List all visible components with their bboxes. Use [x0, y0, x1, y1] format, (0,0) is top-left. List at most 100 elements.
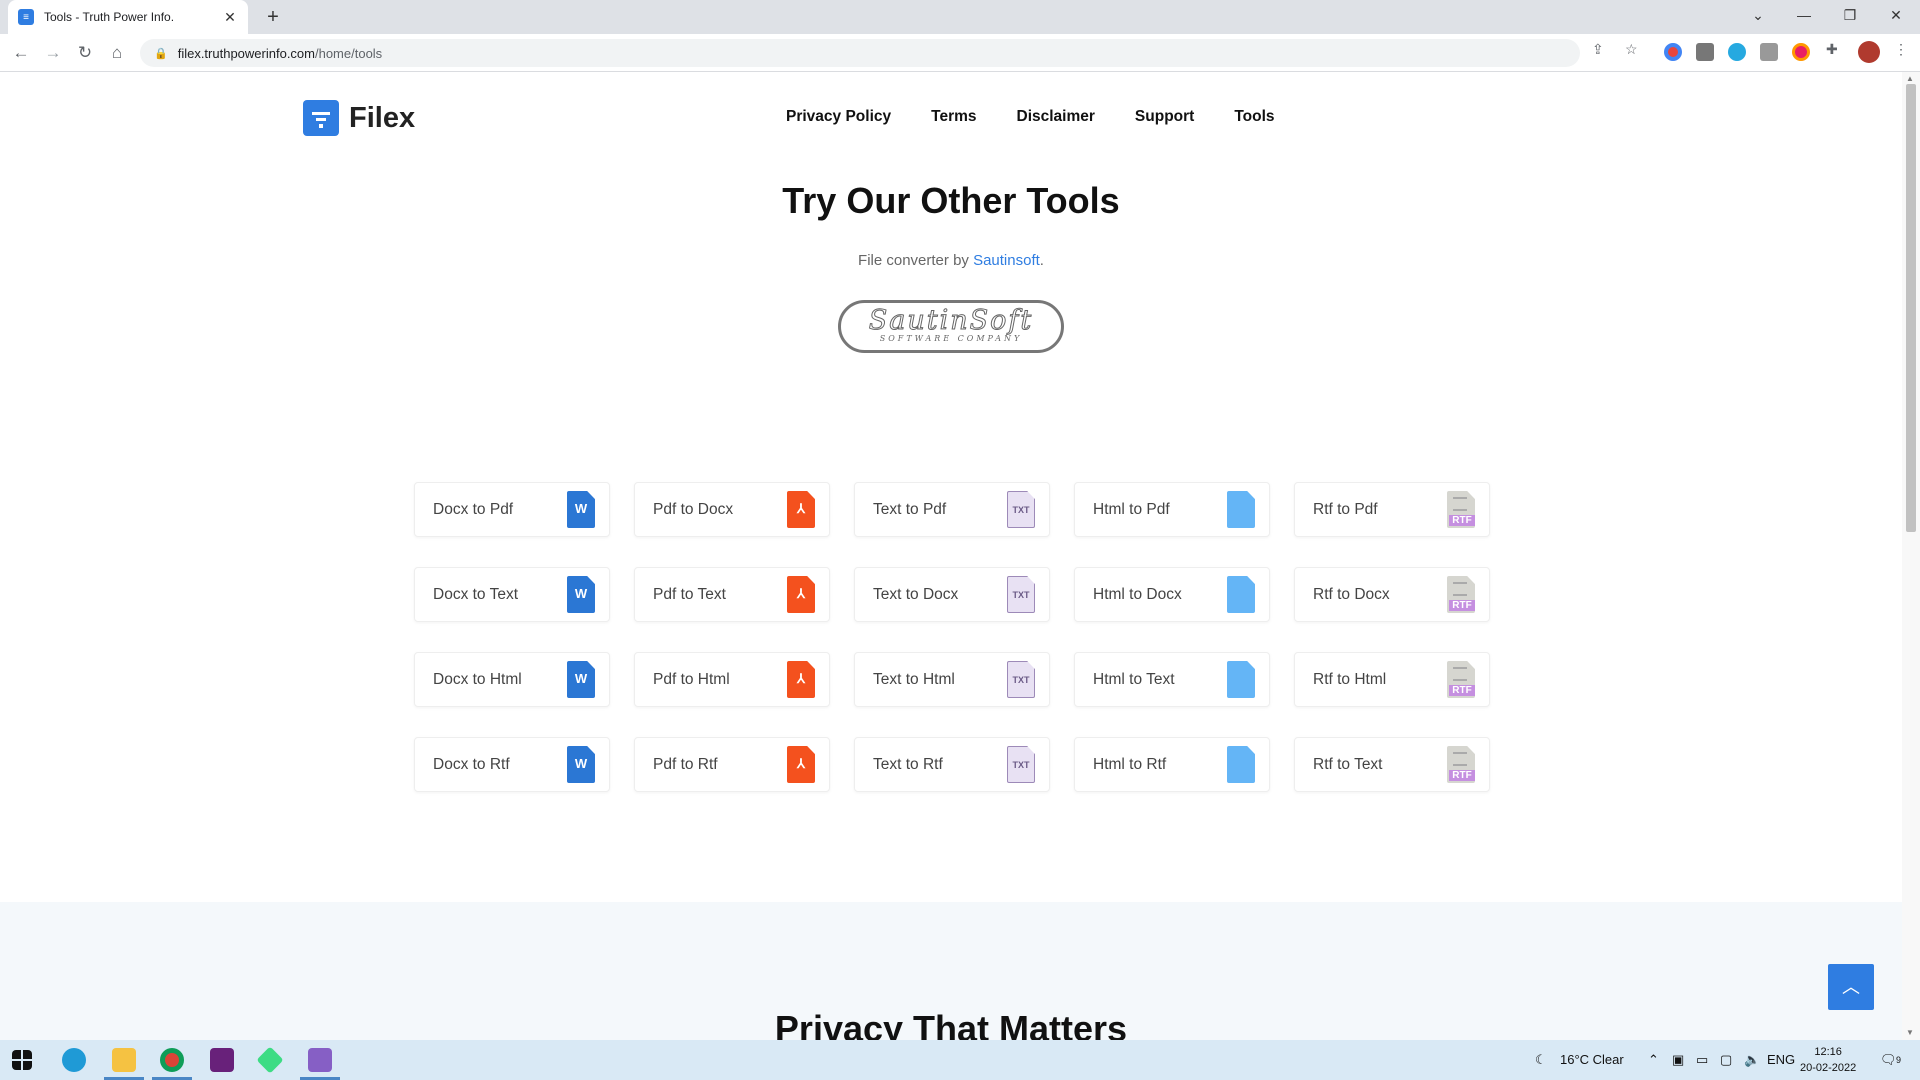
- chrome-browser-icon[interactable]: [160, 1048, 184, 1072]
- tool-card[interactable]: Html to Rtf: [1074, 737, 1270, 792]
- restore-icon[interactable]: ❐: [1827, 0, 1873, 30]
- word-icon: W: [567, 746, 595, 783]
- window-close-icon[interactable]: ✕: [1873, 0, 1919, 30]
- battery-icon[interactable]: ▭: [1696, 1040, 1708, 1080]
- tool-card[interactable]: Text to Html TXT: [854, 652, 1050, 707]
- html-icon: [1227, 746, 1255, 783]
- site-logo[interactable]: Filex: [303, 100, 415, 136]
- share-icon[interactable]: ⇪: [1592, 41, 1604, 58]
- tool-card[interactable]: Docx to Pdf W: [414, 482, 610, 537]
- tool-card[interactable]: Pdf to Text ⅄: [634, 567, 830, 622]
- tool-label: Rtf to Docx: [1313, 585, 1390, 603]
- scroll-down-arrow-icon[interactable]: ▼: [1906, 1028, 1914, 1037]
- nav-support[interactable]: Support: [1135, 108, 1194, 126]
- tool-card[interactable]: Text to Docx TXT: [854, 567, 1050, 622]
- sautinsoft-badge[interactable]: SautinSoft SOFTWARE COMPANY: [838, 300, 1064, 353]
- scrollbar-thumb[interactable]: [1906, 84, 1916, 532]
- pdf-icon: ⅄: [787, 746, 815, 783]
- network-icon[interactable]: ▢: [1720, 1040, 1732, 1080]
- tool-card[interactable]: Html to Text: [1074, 652, 1270, 707]
- notifications-icon[interactable]: 🗨: [1880, 1040, 1897, 1080]
- scroll-up-arrow-icon[interactable]: ▲: [1906, 74, 1914, 83]
- badge-main-text: SautinSoft: [868, 305, 1034, 336]
- tool-card[interactable]: Text to Rtf TXT: [854, 737, 1050, 792]
- new-tab-button[interactable]: +: [260, 4, 286, 30]
- tab-search-icon[interactable]: ⌄: [1735, 0, 1781, 30]
- scroll-to-top-button[interactable]: ︿: [1828, 964, 1874, 1010]
- tool-label: Text to Docx: [873, 585, 959, 603]
- extension-icon[interactable]: [1760, 43, 1778, 61]
- reload-icon[interactable]: ↻: [72, 40, 98, 66]
- tool-card[interactable]: Rtf to Pdf RTF: [1294, 482, 1490, 537]
- weather-text[interactable]: 16°C Clear: [1560, 1040, 1624, 1080]
- edge-browser-icon[interactable]: [62, 1048, 86, 1072]
- visual-studio-icon[interactable]: [210, 1048, 234, 1072]
- extension-icon[interactable]: [1728, 43, 1746, 61]
- html-icon: [1227, 576, 1255, 613]
- minimize-icon[interactable]: —: [1781, 0, 1827, 30]
- tool-card[interactable]: Docx to Rtf W: [414, 737, 610, 792]
- tool-label: Rtf to Pdf: [1313, 500, 1378, 518]
- tool-card[interactable]: Html to Docx: [1074, 567, 1270, 622]
- sautinsoft-link[interactable]: Sautinsoft: [973, 252, 1040, 269]
- clock[interactable]: 12:16 20-02-2022: [1800, 1044, 1856, 1076]
- nav-terms[interactable]: Terms: [931, 108, 976, 126]
- rtf-icon: RTF: [1447, 491, 1475, 528]
- nav-tools[interactable]: Tools: [1234, 108, 1274, 126]
- tool-label: Text to Html: [873, 670, 955, 688]
- android-studio-icon[interactable]: [256, 1046, 284, 1074]
- home-icon[interactable]: ⌂: [104, 40, 130, 66]
- tool-card[interactable]: Pdf to Docx ⅄: [634, 482, 830, 537]
- back-icon[interactable]: ←: [8, 40, 34, 66]
- tool-label: Pdf to Rtf: [653, 755, 718, 773]
- visual-studio-icon[interactable]: [308, 1048, 332, 1072]
- bookmark-star-icon[interactable]: ☆: [1625, 41, 1638, 58]
- tool-label: Docx to Rtf: [433, 755, 510, 773]
- profile-avatar[interactable]: [1858, 41, 1880, 63]
- tool-card[interactable]: Rtf to Text RTF: [1294, 737, 1490, 792]
- tool-label: Html to Rtf: [1093, 755, 1167, 773]
- menu-kebab-icon[interactable]: ⋮: [1894, 41, 1908, 58]
- page-content: Filex Privacy Policy Terms Disclaimer Su…: [0, 72, 1902, 1040]
- hero-subtitle: File converter by Sautinsoft.: [0, 252, 1902, 269]
- nav-privacy-policy[interactable]: Privacy Policy: [786, 108, 891, 126]
- extension-icon[interactable]: [1792, 43, 1810, 61]
- tool-card[interactable]: Html to Pdf: [1074, 482, 1270, 537]
- tool-card[interactable]: Docx to Text W: [414, 567, 610, 622]
- volume-icon[interactable]: 🔈: [1744, 1040, 1760, 1080]
- file-explorer-icon[interactable]: [112, 1048, 136, 1072]
- windows-start-icon[interactable]: [12, 1050, 32, 1070]
- tool-label: Rtf to Text: [1313, 755, 1383, 773]
- favicon-icon: ≡: [18, 9, 34, 25]
- html-icon: [1227, 491, 1255, 528]
- url-path: /home/tools: [314, 45, 383, 61]
- tool-card[interactable]: Pdf to Rtf ⅄: [634, 737, 830, 792]
- tray-chevron-icon[interactable]: ⌃: [1648, 1040, 1659, 1080]
- tool-card[interactable]: Text to Pdf TXT: [854, 482, 1050, 537]
- subtitle-text: File converter by: [858, 252, 974, 269]
- txt-icon: TXT: [1007, 491, 1035, 528]
- tool-card[interactable]: Docx to Html W: [414, 652, 610, 707]
- nav-disclaimer[interactable]: Disclaimer: [1017, 108, 1095, 126]
- rtf-icon: RTF: [1447, 661, 1475, 698]
- tool-card[interactable]: Pdf to Html ⅄: [634, 652, 830, 707]
- extensions-puzzle-icon[interactable]: ✚: [1826, 41, 1838, 58]
- tool-label: Html to Docx: [1093, 585, 1182, 603]
- tool-card[interactable]: Rtf to Html RTF: [1294, 652, 1490, 707]
- browser-tab[interactable]: ≡ Tools - Truth Power Info. ✕: [8, 0, 248, 34]
- txt-icon: TXT: [1007, 661, 1035, 698]
- forward-icon[interactable]: →: [40, 40, 66, 66]
- pdf-icon: ⅄: [787, 491, 815, 528]
- page-scrollbar[interactable]: ▲ ▼: [1902, 72, 1920, 1040]
- meet-icon[interactable]: ▣: [1672, 1040, 1684, 1080]
- txt-icon: TXT: [1007, 746, 1035, 783]
- address-bar[interactable]: 🔒 filex.truthpowerinfo.com/home/tools: [140, 39, 1580, 67]
- language-indicator[interactable]: ENG: [1767, 1040, 1795, 1080]
- windows-taskbar: ☾ 16°C Clear ⌃ ▣ ▭ ▢ 🔈 ENG 12:16 20-02-2…: [0, 1040, 1920, 1080]
- extension-icon[interactable]: [1664, 43, 1682, 61]
- tool-label: Docx to Pdf: [433, 500, 514, 518]
- html-icon: [1227, 661, 1255, 698]
- tool-card[interactable]: Rtf to Docx RTF: [1294, 567, 1490, 622]
- close-tab-icon[interactable]: ✕: [222, 9, 238, 26]
- camera-extension-icon[interactable]: [1696, 43, 1714, 61]
